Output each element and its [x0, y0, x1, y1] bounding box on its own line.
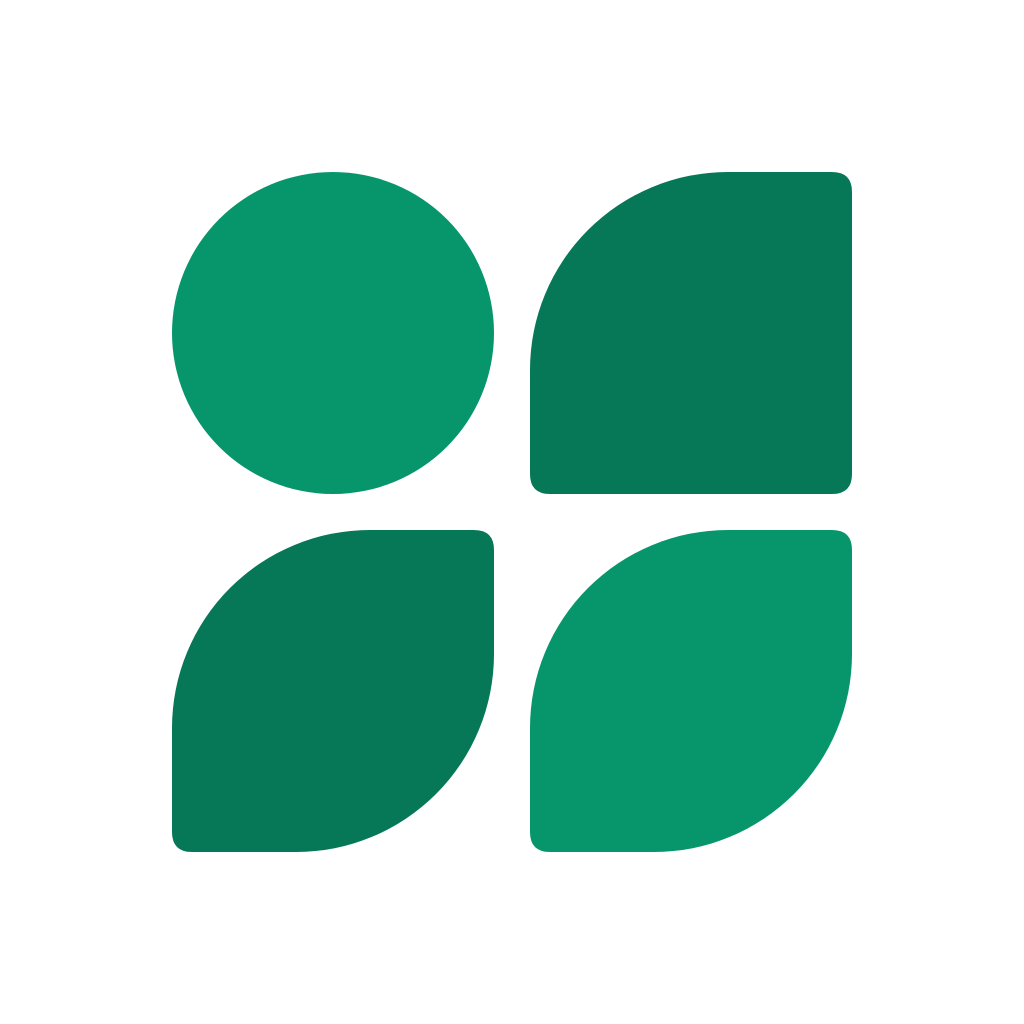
logo-svg	[172, 172, 852, 852]
circle-tile-icon	[172, 172, 494, 494]
leaf-tile-light-icon	[530, 530, 852, 852]
app-icon-canvas	[0, 0, 1024, 1024]
four-petal-grid-logo-icon	[0, 0, 1024, 1024]
quarter-leaf-tile-icon	[530, 172, 852, 494]
leaf-tile-dark-icon	[172, 530, 494, 852]
